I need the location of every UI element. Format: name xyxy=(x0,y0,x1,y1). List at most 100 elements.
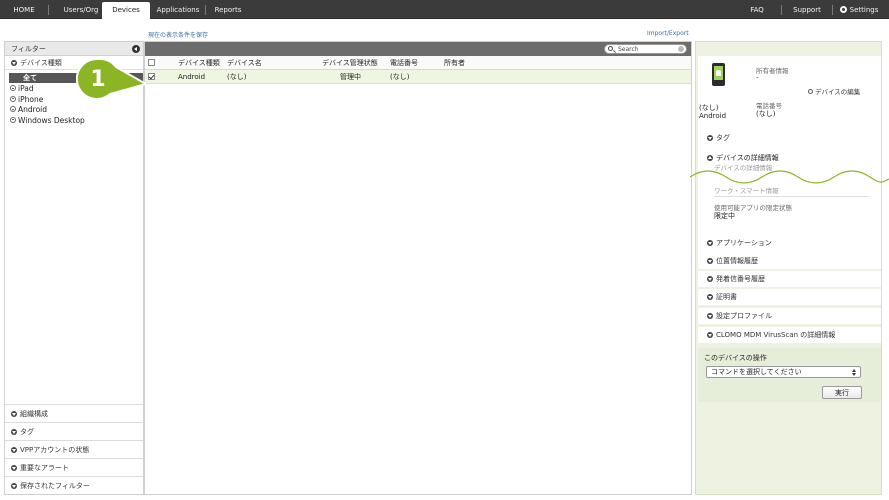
header-type[interactable]: デバイス種類 xyxy=(178,56,220,70)
work-smart-label: ワーク・スマート情報 xyxy=(714,187,779,195)
device-type-value: Android xyxy=(699,112,727,120)
collapse-left-icon[interactable] xyxy=(132,45,140,53)
filter-sidebar: フィルター デバイス種類 全て iPad iPhone Android Wind… xyxy=(4,41,144,495)
settings-link[interactable]: Settings xyxy=(838,0,880,19)
section-tag[interactable]: タグ xyxy=(698,130,881,146)
edit-device-link[interactable]: デバイスの編集 xyxy=(808,86,860,96)
settings-label: Settings xyxy=(849,6,879,14)
header-status[interactable]: デバイス管理状態 xyxy=(322,56,378,70)
nav-separator xyxy=(832,5,833,15)
faq-link[interactable]: FAQ xyxy=(745,0,769,19)
callout-shape xyxy=(76,57,146,100)
chevron-down-icon xyxy=(707,332,713,338)
filter-windows-desktop[interactable]: Windows Desktop xyxy=(5,116,143,127)
tab-users-org[interactable]: Users/Org xyxy=(55,0,107,19)
details-title-label: デバイスの詳細情報 xyxy=(716,154,779,162)
clear-icon[interactable] xyxy=(678,46,684,52)
select-arrow-icon xyxy=(852,369,857,376)
command-select-value: コマンドを選択してください xyxy=(711,368,802,376)
table-header: デバイス種類 デバイス名 デバイス管理状態 電話番号 所有者 xyxy=(145,56,691,70)
device-operations: このデバイスの操作 コマンドを選択してください 実行 xyxy=(698,348,881,402)
expand-icon xyxy=(10,85,16,91)
section-vpp[interactable]: VPPアカウントの状態 xyxy=(5,440,143,458)
chevron-down-icon xyxy=(707,276,713,282)
row-checkbox[interactable] xyxy=(148,73,155,80)
select-all-checkbox[interactable] xyxy=(148,59,155,66)
wavy-cut-line xyxy=(690,170,889,184)
section-label: 重要なアラート xyxy=(20,464,69,472)
expand-icon xyxy=(10,95,16,102)
search-input[interactable]: Search xyxy=(604,44,687,54)
phone-screen xyxy=(714,66,723,80)
command-select[interactable]: コマンドを選択してください xyxy=(706,366,861,378)
phone-value: (なし) xyxy=(756,110,776,118)
chevron-down-icon xyxy=(707,294,713,300)
section-label: CLOMO MDM VirusScan の詳細情報 xyxy=(716,331,836,339)
nav-separator xyxy=(48,5,49,15)
chevron-down-icon xyxy=(707,135,713,141)
tab-home[interactable]: HOME xyxy=(8,0,40,19)
android-phone-icon xyxy=(712,63,725,86)
section-org[interactable]: 組織構成 xyxy=(5,404,143,422)
header-owner[interactable]: 所有者 xyxy=(444,56,465,70)
section-tag[interactable]: タグ xyxy=(5,422,143,440)
cell-status: 管理中 xyxy=(340,73,361,81)
header-name[interactable]: デバイス名 xyxy=(227,56,262,70)
filter-title: フィルター xyxy=(11,45,46,53)
section-label: アプリケーション xyxy=(716,239,772,247)
header-phone[interactable]: 電話番号 xyxy=(390,56,418,70)
chevron-down-icon xyxy=(707,313,713,319)
expand-icon xyxy=(10,106,16,112)
section-label: 位置情報履歴 xyxy=(716,257,758,265)
tab-devices[interactable]: Devices xyxy=(102,2,150,19)
chevron-down-icon xyxy=(11,483,17,489)
section-label: VPPアカウントの状態 xyxy=(20,446,90,454)
chevron-down-icon xyxy=(11,465,17,471)
section-label: 設定プロファイル xyxy=(716,312,772,320)
support-link[interactable]: Support xyxy=(791,0,823,19)
section-certificates[interactable]: 証明書 xyxy=(698,289,881,305)
section-alerts[interactable]: 重要なアラート xyxy=(5,458,143,476)
nav-separator xyxy=(205,5,206,15)
table-toolbar: Search xyxy=(145,42,691,56)
execute-button[interactable]: 実行 xyxy=(822,386,862,399)
filter-android[interactable]: Android xyxy=(5,105,143,116)
device-detail-panel: 所有者情報 - (なし) Android デバイスの編集 電話番号 (なし) タ… xyxy=(695,41,882,495)
sidebar-bottom-sections: 組織構成 タグ VPPアカウントの状態 重要なアラート 保存されたフィルター xyxy=(5,404,143,494)
section-call-history[interactable]: 発着信番号履歴 xyxy=(698,271,881,287)
tab-reports[interactable]: Reports xyxy=(210,0,246,19)
save-conditions-link[interactable]: 現在の表示条件を保存 xyxy=(148,30,208,39)
top-nav: HOME Users/Org Devices Applications Repo… xyxy=(0,0,889,19)
app-restrict-value: 限定中 xyxy=(714,212,735,220)
expand-icon xyxy=(10,116,16,123)
edit-icon xyxy=(808,89,813,94)
section-applications[interactable]: アプリケーション xyxy=(698,235,881,251)
gear-icon xyxy=(839,6,847,13)
cell-phone: (なし) xyxy=(390,73,410,81)
section-profiles[interactable]: 設定プロファイル xyxy=(698,308,881,324)
device-table-panel: Search デバイス種類 デバイス名 デバイス管理状態 電話番号 所有者 An… xyxy=(144,41,692,495)
chevron-down-icon xyxy=(11,429,17,435)
chevron-down-icon xyxy=(707,240,713,246)
import-export-link[interactable]: Import/Export xyxy=(647,30,689,37)
table-row[interactable]: Android (なし) 管理中 (なし) xyxy=(145,70,691,84)
filter-label: iPhone xyxy=(18,94,44,104)
edit-label: デバイスの編集 xyxy=(815,88,861,96)
section-saved-filters[interactable]: 保存されたフィルター xyxy=(5,476,143,494)
filter-label: Windows Desktop xyxy=(18,115,85,125)
callout-number: 1 xyxy=(90,67,105,92)
tab-applications[interactable]: Applications xyxy=(154,0,202,19)
device-type-label: デバイス種類 xyxy=(20,59,62,67)
filter-label: iPad xyxy=(18,84,34,93)
section-location[interactable]: 位置情報履歴 xyxy=(698,253,881,269)
filter-header: フィルター xyxy=(5,42,143,56)
divider xyxy=(714,196,869,197)
cell-name: (なし) xyxy=(227,73,247,81)
callout-marker: 1 xyxy=(76,57,146,100)
section-virusscan[interactable]: CLOMO MDM VirusScan の詳細情報 xyxy=(698,327,881,343)
cell-type: Android xyxy=(178,73,206,81)
owner-value: - xyxy=(756,74,759,82)
section-label: タグ xyxy=(716,134,730,142)
section-label: 発着信番号履歴 xyxy=(716,275,765,283)
section-label: タグ xyxy=(20,428,34,436)
